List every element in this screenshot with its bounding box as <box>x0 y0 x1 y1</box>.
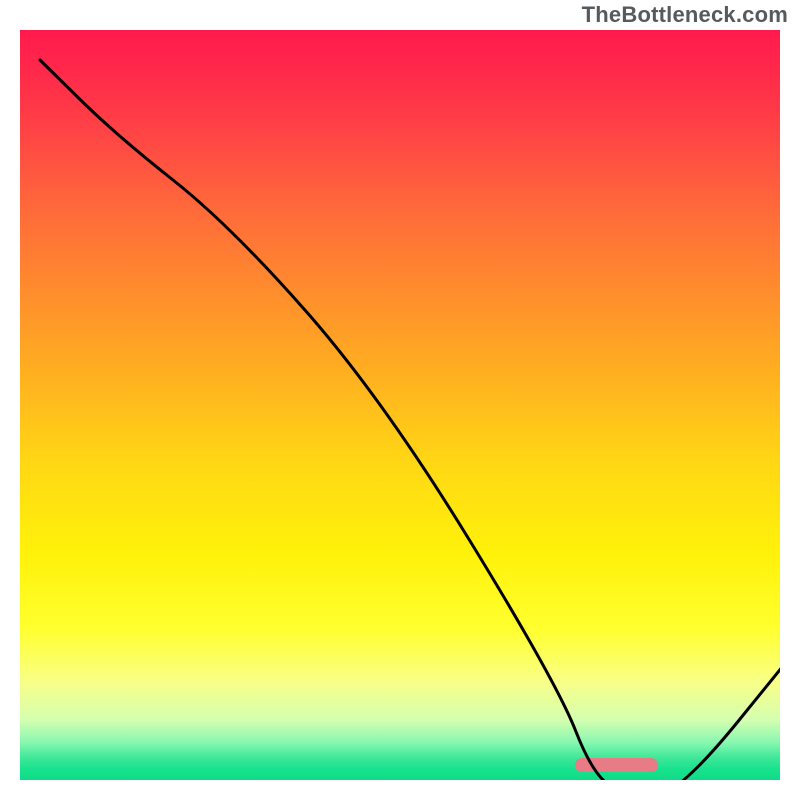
plot-area <box>20 30 780 780</box>
frame-right <box>780 0 800 800</box>
frame-left <box>0 0 20 800</box>
bottleneck-curve-path <box>40 60 800 795</box>
curve-overlay <box>40 60 800 800</box>
bottleneck-chart: TheBottleneck.com <box>0 0 800 800</box>
frame-bottom <box>0 780 800 800</box>
watermark-text: TheBottleneck.com <box>582 2 788 28</box>
